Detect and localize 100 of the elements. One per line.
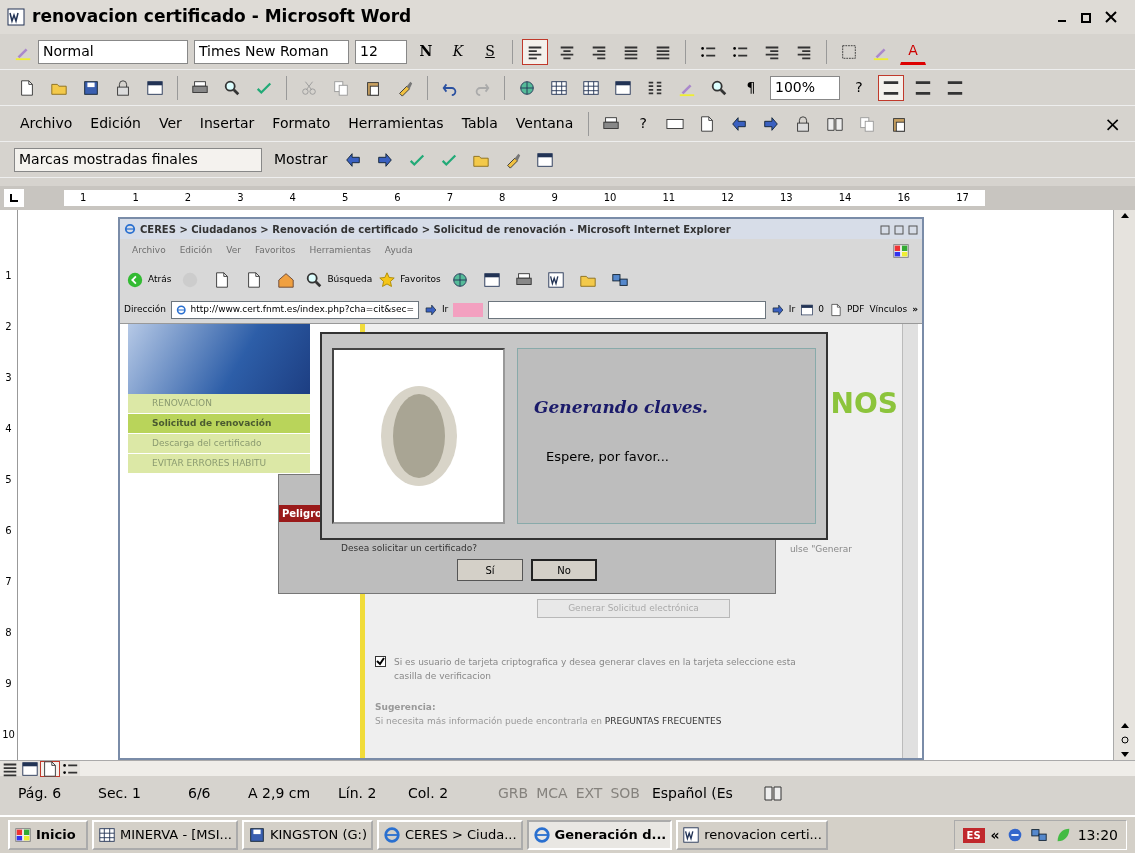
scrollbar[interactable] xyxy=(80,761,1135,776)
new-document-icon xyxy=(18,78,36,97)
menu-item[interactable]: Herramientas xyxy=(342,113,450,134)
home-icon xyxy=(277,271,296,289)
window-title: renovacion certificado - Microsoft Word xyxy=(32,5,412,29)
document-icon xyxy=(682,826,701,844)
document-icon xyxy=(6,7,26,27)
hint-text: Si necesita más información puede encontrarla en xyxy=(375,715,603,726)
hint-title: Sugerencia: xyxy=(375,701,437,714)
bold-button[interactable]: N xyxy=(413,38,439,65)
style-dropdown[interactable]: Normal xyxy=(38,39,188,64)
mail-icon xyxy=(482,271,501,289)
menu-item[interactable]: Formato xyxy=(266,113,337,134)
search-button[interactable]: Búsqueda xyxy=(305,271,373,289)
ruler-number: 16 xyxy=(897,191,911,205)
help-button[interactable]: ? xyxy=(630,110,657,137)
star-icon xyxy=(378,271,397,289)
menu-item[interactable]: Insertar xyxy=(193,113,261,134)
sidebar-item[interactable]: Solicitud de renovación xyxy=(128,414,310,434)
web-view-button[interactable] xyxy=(20,760,40,777)
dialog-question: Desea solicitar un certificado? xyxy=(341,542,477,555)
ruler-number: 5 xyxy=(5,473,12,487)
progress-title: Generando claves. xyxy=(534,396,709,419)
taskbar-button[interactable]: renovacion certi... xyxy=(676,820,828,850)
ruler-number: 9 xyxy=(5,677,12,691)
arrow-icon xyxy=(770,303,785,317)
go-button[interactable]: Ir xyxy=(423,303,449,317)
line-button[interactable] xyxy=(878,74,904,101)
ruler-number: 2 xyxy=(184,191,192,205)
size-dropdown[interactable]: 12 xyxy=(355,39,407,64)
address-field[interactable]: http://www.cert.fnmt.es/index.php?cha=cit&sec= xyxy=(171,301,419,319)
italic-button[interactable]: K xyxy=(445,38,471,65)
reviewing-pane-icon xyxy=(535,150,554,169)
insert-table-icon xyxy=(582,78,600,97)
ruler-number: 17 xyxy=(956,191,969,205)
browser-icon xyxy=(124,223,136,235)
ruler-number: 8 xyxy=(5,626,12,640)
pdf-button[interactable]: PDF xyxy=(828,303,865,317)
zoom-dropdown[interactable]: 100% xyxy=(770,75,840,100)
taskbar-button[interactable]: KINGSTON (G:) xyxy=(242,820,374,850)
browser-title: CERES > Ciudadanos > Renovación de certificado > Solicitud de renovación - Microsoft Internet Explorer xyxy=(140,222,731,237)
language-indicator[interactable]: ES xyxy=(962,827,985,843)
scrollbar[interactable] xyxy=(902,324,918,758)
status-field: A 2,9 cm xyxy=(248,782,338,804)
ruler-number: 9 xyxy=(551,191,558,205)
go-button[interactable]: Ir xyxy=(770,303,796,317)
status-field: 6/6 xyxy=(188,782,248,804)
print-layout-button[interactable] xyxy=(40,760,60,777)
line-icon xyxy=(882,78,900,97)
next-change-icon xyxy=(375,150,394,169)
faq-link[interactable]: PREGUNTAS FRECUENTES xyxy=(604,715,722,726)
more-button[interactable]: » xyxy=(912,303,918,317)
align-left-button[interactable] xyxy=(522,38,548,65)
menu-item[interactable]: Archivo xyxy=(14,113,79,134)
show-menu[interactable]: Mostrar xyxy=(268,149,334,170)
font-color-button[interactable]: A xyxy=(900,38,926,65)
expand-button[interactable]: « xyxy=(990,824,1000,846)
taskbar-button[interactable]: CERES > Ciuda... xyxy=(377,820,523,850)
status-indicator: EXT xyxy=(575,783,603,803)
ruler-number: 12 xyxy=(721,191,734,205)
underline-button[interactable]: S xyxy=(477,38,503,65)
scrollbar[interactable] xyxy=(1113,210,1135,760)
links-button[interactable]: Vínculos xyxy=(869,303,908,317)
back-button[interactable]: Atrás xyxy=(126,271,172,289)
progress-message: Espere, por favor... xyxy=(546,447,670,466)
menu-item[interactable]: Edición xyxy=(84,113,147,134)
counter-button[interactable]: 0 xyxy=(800,303,824,317)
dialog-button[interactable]: No xyxy=(531,559,597,581)
tab-selector[interactable] xyxy=(4,189,24,207)
address-label: Dirección xyxy=(124,303,167,317)
menu-item[interactable]: Tabla xyxy=(455,113,504,134)
ruler-number: 8 xyxy=(499,191,506,205)
status-indicator: GRB xyxy=(498,783,529,803)
menu-item[interactable]: Ventana xyxy=(509,113,580,134)
arrow-icon xyxy=(423,303,438,317)
menu-item[interactable]: Ver xyxy=(153,113,188,134)
search-field[interactable] xyxy=(488,301,766,319)
close-button[interactable]: × xyxy=(1104,108,1121,139)
font-dropdown[interactable]: Times New Roman xyxy=(194,39,349,64)
favorites-button[interactable]: Favoritos xyxy=(378,271,441,289)
taskbar-button[interactable]: MINERVA - [MSI... xyxy=(92,820,238,850)
web-view-icon xyxy=(21,759,39,778)
app-icon xyxy=(98,826,116,844)
ruler-number: 6 xyxy=(394,191,401,205)
line-icon xyxy=(946,78,964,97)
ruler-number: 3 xyxy=(237,191,244,205)
dialog-button[interactable]: Sí xyxy=(457,559,523,581)
ruler-number: 6 xyxy=(5,524,12,538)
paragraph-marks-button[interactable]: ¶ xyxy=(738,74,764,101)
taskbar-button[interactable]: Generación d... xyxy=(526,820,673,850)
browser-icon xyxy=(532,826,551,844)
clock: 13:20 xyxy=(1077,825,1118,845)
display-dropdown[interactable]: Marcas mostradas finales xyxy=(14,147,262,172)
start-button[interactable]: Inicio xyxy=(8,820,88,850)
checkbox[interactable] xyxy=(375,656,386,667)
page-heading: NOS xyxy=(830,390,898,418)
help-button[interactable]: ? xyxy=(846,74,872,101)
line-icon xyxy=(914,78,932,97)
ruler-number: 2 xyxy=(5,320,12,334)
document-map-icon xyxy=(710,78,728,97)
